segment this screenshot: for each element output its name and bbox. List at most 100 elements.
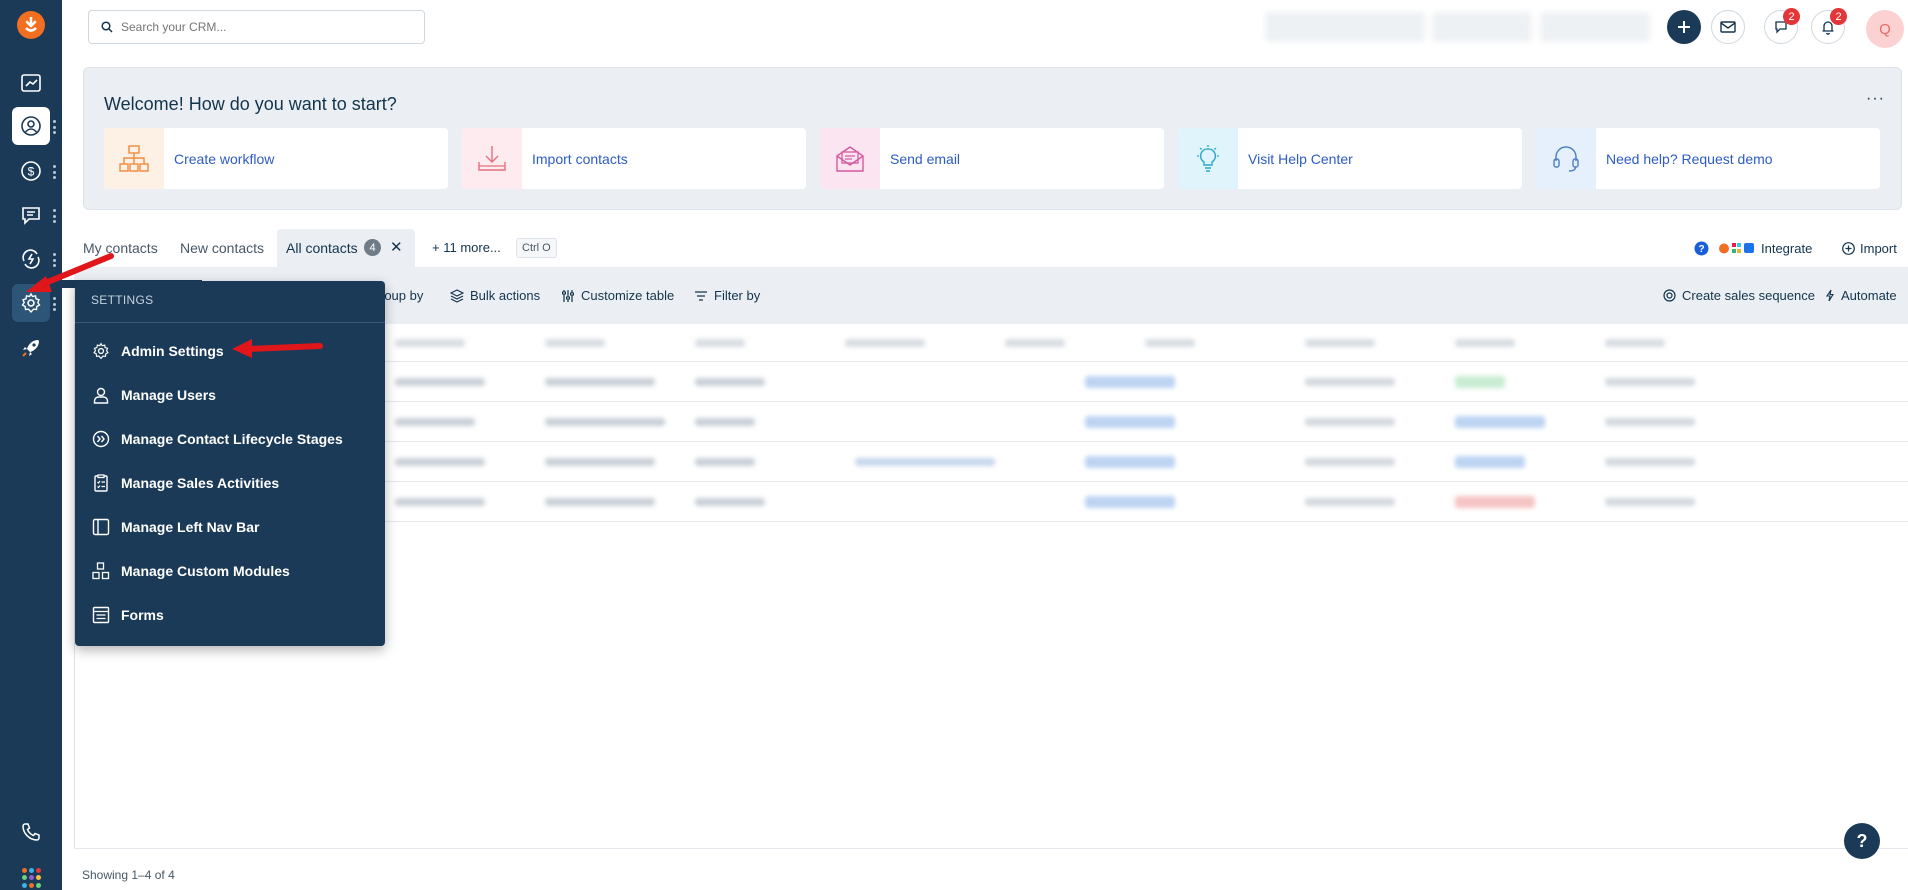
deals-nav-icon[interactable]: $ bbox=[12, 152, 50, 190]
lifecycle-icon bbox=[91, 429, 111, 449]
menu-item-manage-sales-activities[interactable]: Manage Sales Activities bbox=[91, 468, 371, 498]
menu-item-label: Manage Custom Modules bbox=[121, 563, 290, 579]
conversations-nav-icon[interactable] bbox=[12, 196, 50, 234]
deals-nav-more-icon[interactable] bbox=[53, 165, 57, 179]
user-avatar[interactable]: Q bbox=[1866, 10, 1904, 48]
card-label: Visit Help Center bbox=[1248, 150, 1353, 167]
card-label: Send email bbox=[890, 150, 961, 167]
menu-item-manage-custom-modules[interactable]: Manage Custom Modules bbox=[91, 556, 371, 586]
lightbulb-icon bbox=[1178, 128, 1238, 189]
lightning-icon bbox=[1825, 289, 1834, 302]
menu-item-manage-contact-lifecycle-stages[interactable]: Manage Contact Lifecycle Stages bbox=[91, 424, 371, 454]
blurred-header-item bbox=[1540, 12, 1650, 42]
contacts-nav-more-icon[interactable] bbox=[53, 120, 57, 134]
blurred-cell bbox=[545, 458, 655, 466]
pagination-summary: Showing 1–4 of 4 bbox=[82, 868, 175, 882]
menu-item-forms[interactable]: Forms bbox=[91, 600, 371, 630]
more-views-link[interactable]: + 11 more... bbox=[432, 240, 501, 255]
search-input[interactable] bbox=[121, 20, 401, 34]
checklist-icon bbox=[91, 473, 111, 493]
blurred-cell bbox=[845, 339, 925, 347]
blurred-cell bbox=[395, 458, 485, 466]
blurred-cell bbox=[1305, 378, 1395, 386]
menu-item-label: Admin Settings bbox=[121, 343, 224, 359]
bulk-actions-label: Bulk actions bbox=[470, 288, 541, 303]
integrate-link[interactable]: ? Integrate bbox=[1694, 241, 1812, 256]
email-button[interactable] bbox=[1711, 10, 1745, 44]
import-icon bbox=[462, 128, 522, 189]
integrate-label: Integrate bbox=[1761, 241, 1813, 256]
headset-icon bbox=[1536, 128, 1596, 189]
menu-item-manage-left-nav-bar[interactable]: Manage Left Nav Bar bbox=[91, 512, 371, 542]
menu-item-label: Manage Contact Lifecycle Stages bbox=[121, 431, 343, 447]
filter-icon bbox=[695, 290, 707, 301]
rocket-nav-icon[interactable] bbox=[12, 329, 50, 367]
tab-new-contacts[interactable]: New contacts bbox=[180, 240, 264, 256]
menu-item-manage-users[interactable]: Manage Users bbox=[91, 380, 371, 410]
search-icon bbox=[101, 21, 113, 33]
welcome-more-icon[interactable]: ··· bbox=[1866, 90, 1885, 108]
create-workflow-card[interactable]: Create workflow bbox=[104, 128, 448, 189]
tab-all-contacts[interactable]: All contacts 4 ✕ bbox=[277, 229, 415, 267]
chat-button[interactable]: 2 bbox=[1764, 8, 1800, 44]
create-sales-sequence-label: Create sales sequence bbox=[1682, 288, 1815, 303]
sliders-icon bbox=[562, 289, 574, 302]
automate-label: Automate bbox=[1841, 288, 1897, 303]
automate-button[interactable]: Automate bbox=[1825, 288, 1897, 303]
gear-icon bbox=[91, 341, 111, 361]
blurred-cell bbox=[1085, 456, 1175, 468]
chat-badge: 2 bbox=[1783, 8, 1800, 25]
blurred-header-item bbox=[1432, 12, 1532, 42]
bulk-actions-button[interactable]: Bulk actions bbox=[450, 288, 540, 303]
blurred-cell bbox=[1305, 458, 1395, 466]
dashboard-nav-icon[interactable] bbox=[12, 64, 50, 102]
tab-my-contacts[interactable]: My contacts bbox=[83, 240, 158, 256]
visit-help-center-card[interactable]: Visit Help Center bbox=[1178, 128, 1522, 189]
create-sales-sequence-button[interactable]: Create sales sequence bbox=[1663, 288, 1815, 303]
blurred-cell bbox=[1605, 378, 1695, 386]
global-search[interactable] bbox=[88, 10, 425, 44]
conversations-nav-more-icon[interactable] bbox=[53, 209, 57, 223]
blurred-cell bbox=[695, 458, 755, 466]
close-icon[interactable]: ✕ bbox=[390, 238, 403, 256]
apps-grid-icon[interactable] bbox=[22, 868, 42, 888]
blurred-cell bbox=[695, 418, 755, 426]
blurred-cell bbox=[1085, 376, 1175, 388]
import-link[interactable]: Import bbox=[1842, 241, 1897, 256]
group-by-button[interactable]: roup by bbox=[380, 288, 423, 303]
welcome-panel: Welcome! How do you want to start? ··· C… bbox=[83, 67, 1902, 210]
plus-icon: + bbox=[432, 240, 444, 255]
customize-table-label: Customize table bbox=[581, 288, 675, 303]
request-demo-card[interactable]: Need help? Request demo bbox=[1536, 128, 1880, 189]
menu-item-admin-settings[interactable]: Admin Settings bbox=[91, 336, 371, 366]
notifications-badge: 2 bbox=[1830, 8, 1847, 25]
automation-nav-more-icon[interactable] bbox=[53, 253, 57, 267]
more-views-label: 11 more... bbox=[443, 240, 501, 255]
menu-item-label: Forms bbox=[121, 607, 164, 623]
import-contacts-card[interactable]: Import contacts bbox=[462, 128, 806, 189]
notifications-button[interactable]: 2 bbox=[1811, 8, 1847, 44]
customize-table-button[interactable]: Customize table bbox=[561, 288, 674, 303]
mail-icon bbox=[1720, 21, 1736, 33]
freshworks-logo-icon[interactable] bbox=[17, 11, 45, 39]
menu-item-label: Manage Left Nav Bar bbox=[121, 519, 260, 535]
blurred-cell bbox=[1455, 496, 1535, 508]
blurred-cell bbox=[395, 339, 465, 347]
workflow-icon bbox=[104, 128, 164, 189]
send-email-card[interactable]: Send email bbox=[820, 128, 1164, 189]
automation-nav-icon[interactable] bbox=[12, 240, 50, 278]
blurred-cell bbox=[395, 498, 485, 506]
menu-item-label: Manage Users bbox=[121, 387, 216, 403]
filter-by-button[interactable]: Filter by bbox=[694, 288, 760, 303]
phone-nav-icon[interactable] bbox=[12, 813, 50, 851]
settings-menu: SETTINGS Admin Settings Manage Users Man… bbox=[75, 281, 385, 646]
settings-nav-more-icon[interactable] bbox=[53, 297, 57, 311]
email-icon bbox=[820, 128, 880, 189]
forms-icon bbox=[91, 605, 111, 625]
quick-add-button[interactable] bbox=[1667, 10, 1701, 44]
blurred-cell bbox=[1455, 456, 1525, 468]
contacts-nav-icon[interactable] bbox=[12, 107, 50, 145]
settings-nav-icon[interactable] bbox=[12, 284, 50, 322]
blurred-cell bbox=[1305, 498, 1395, 506]
help-button[interactable]: ? bbox=[1844, 823, 1880, 859]
